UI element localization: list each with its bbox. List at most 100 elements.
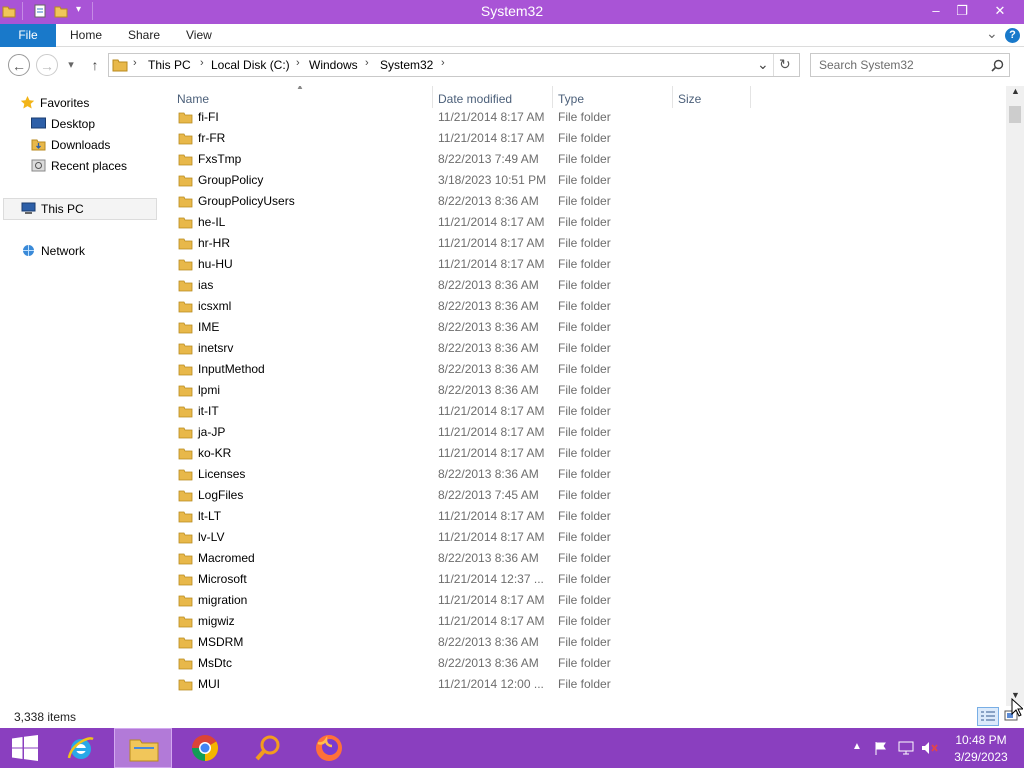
table-row[interactable]: it-IT 11/21/2014 8:17 AM File folder [170,401,1004,422]
table-row[interactable]: icsxml 8/22/2013 8:36 AM File folder [170,296,1004,317]
address-dropdown-icon[interactable]: ⌄ [757,56,769,73]
file-type: File folder [558,341,611,355]
tab-share[interactable]: Share [128,24,160,47]
column-header-date-modified[interactable]: Date modified [438,88,512,110]
clock-date[interactable]: 3/29/2023 [952,750,1010,764]
volume-muted-icon[interactable] [921,741,938,755]
column-divider[interactable] [432,86,433,108]
scroll-up-icon[interactable]: ▲ [1011,86,1020,96]
back-button[interactable]: ← [8,54,30,76]
column-divider[interactable] [672,86,673,108]
refresh-icon[interactable]: ↻ [779,56,791,73]
start-button[interactable] [0,728,58,768]
breadcrumb-separator-icon[interactable]: › [296,57,300,69]
expand-ribbon-icon[interactable]: ⌄ [986,25,998,42]
table-row[interactable]: ko-KR 11/21/2014 8:17 AM File folder [170,443,1004,464]
table-row[interactable]: IME 8/22/2013 8:36 AM File folder [170,317,1004,338]
file-name: Licenses [198,467,246,481]
close-button[interactable]: ✕ [988,0,1012,22]
table-row[interactable]: Licenses 8/22/2013 8:36 AM File folder [170,464,1004,485]
folder-icon [178,616,193,628]
file-date-modified: 11/21/2014 8:17 AM [438,530,545,544]
breadcrumb-separator-icon[interactable]: › [200,57,204,69]
file-name: it-IT [198,404,219,418]
table-row[interactable]: lt-LT 11/21/2014 8:17 AM File folder [170,506,1004,527]
taskbar-internet-explorer[interactable] [52,728,110,768]
minimize-button[interactable]: – [926,0,946,22]
network-status-icon[interactable] [898,741,914,755]
help-icon[interactable]: ? [1005,28,1020,43]
scrollbar-thumb[interactable] [1009,106,1021,123]
table-row[interactable]: hr-HR 11/21/2014 8:17 AM File folder [170,233,1004,254]
table-row[interactable]: FxsTmp 8/22/2013 7:49 AM File folder [170,149,1004,170]
table-row[interactable]: lv-LV 11/21/2014 8:17 AM File folder [170,527,1004,548]
breadcrumb-separator-icon[interactable]: › [365,57,369,69]
table-row[interactable]: MsDtc 8/22/2013 8:36 AM File folder [170,653,1004,674]
computer-icon [21,202,36,214]
column-header-name[interactable]: Name [177,88,209,110]
table-row[interactable]: lpmi 8/22/2013 8:36 AM File folder [170,380,1004,401]
breadcrumb-this-pc[interactable]: This PC [148,58,191,72]
details-view-button[interactable] [977,707,999,726]
folder-icon [178,532,193,544]
table-row[interactable]: LogFiles 8/22/2013 7:45 AM File folder [170,485,1004,506]
action-center-flag-icon[interactable] [873,741,889,755]
taskbar-firefox[interactable] [300,728,358,768]
table-row[interactable]: hu-HU 11/21/2014 8:17 AM File folder [170,254,1004,275]
table-row[interactable]: fi-FI 11/21/2014 8:17 AM File folder [170,110,1004,128]
address-bar[interactable]: › This PC › Local Disk (C:) › Windows › … [108,53,800,77]
folder-icon [178,679,193,691]
breadcrumb-separator-icon[interactable]: › [441,57,445,69]
table-row[interactable]: he-IL 11/21/2014 8:17 AM File folder [170,212,1004,233]
breadcrumb-separator-icon[interactable]: › [133,57,137,69]
table-row[interactable]: ja-JP 11/21/2014 8:17 AM File folder [170,422,1004,443]
forward-button[interactable]: → [36,54,58,76]
breadcrumb-local-disk[interactable]: Local Disk (C:) [211,58,290,72]
status-bar: 3,338 items [0,706,1024,728]
file-type: File folder [558,257,611,271]
up-button[interactable]: ↑ [86,54,104,76]
taskbar-file-explorer[interactable] [114,728,172,768]
table-row[interactable]: Macromed 8/22/2013 8:36 AM File folder [170,548,1004,569]
table-row[interactable]: migwiz 11/21/2014 8:17 AM File folder [170,611,1004,632]
table-row[interactable]: migration 11/21/2014 8:17 AM File folder [170,590,1004,611]
file-date-modified: 11/21/2014 8:17 AM [438,509,545,523]
clock-time[interactable]: 10:48 PM [954,733,1008,747]
folder-icon [178,448,193,460]
table-row[interactable]: GroupPolicyUsers 8/22/2013 8:36 AM File fo… [170,191,1004,212]
table-row[interactable]: inetsrv 8/22/2013 8:36 AM File folder [170,338,1004,359]
taskbar-search[interactable] [238,728,296,768]
column-header-type[interactable]: Type [558,88,584,110]
search-input[interactable]: Search System32 [810,53,1010,77]
tab-file[interactable]: File [0,24,56,47]
file-type: File folder [558,509,611,523]
recent-locations-button[interactable]: ▾ [64,54,78,76]
column-header-size[interactable]: Size [678,88,701,110]
table-row[interactable]: fr-FR 11/21/2014 8:17 AM File folder [170,128,1004,149]
table-row[interactable]: Microsoft 11/21/2014 12:37 ... File folder [170,569,1004,590]
table-row[interactable]: MSDRM 8/22/2013 8:36 AM File folder [170,632,1004,653]
table-row[interactable]: GroupPolicy 3/18/2023 10:51 PM File folder [170,170,1004,191]
breadcrumb-system32[interactable]: System32 [380,58,433,72]
restore-button[interactable]: ❐ [952,0,972,22]
tab-home[interactable]: Home [70,24,102,47]
column-divider[interactable] [552,86,553,108]
file-type: File folder [558,131,611,145]
file-date-modified: 11/21/2014 12:00 ... [438,677,544,691]
star-icon [20,96,35,109]
show-hidden-icons[interactable]: ▲ [852,741,862,752]
table-row[interactable]: InputMethod 8/22/2013 8:36 AM File folder [170,359,1004,380]
search-icon[interactable] [991,59,1004,72]
breadcrumb-windows[interactable]: Windows [309,58,358,72]
vertical-scrollbar[interactable]: ▲ ▼ [1006,86,1024,706]
table-row[interactable]: MUI 11/21/2014 12:00 ... File folder [170,674,1004,695]
file-date-modified: 11/21/2014 8:17 AM [438,215,545,229]
file-rows: fi-FI 11/21/2014 8:17 AM File folder fr-FR 1… [170,110,1004,706]
file-type: File folder [558,173,611,187]
table-row[interactable]: ias 8/22/2013 8:36 AM File folder [170,275,1004,296]
tab-view[interactable]: View [186,24,212,47]
taskbar-chrome[interactable] [176,728,234,768]
column-divider[interactable] [750,86,751,108]
folder-icon [178,469,193,481]
file-type: File folder [558,320,611,334]
